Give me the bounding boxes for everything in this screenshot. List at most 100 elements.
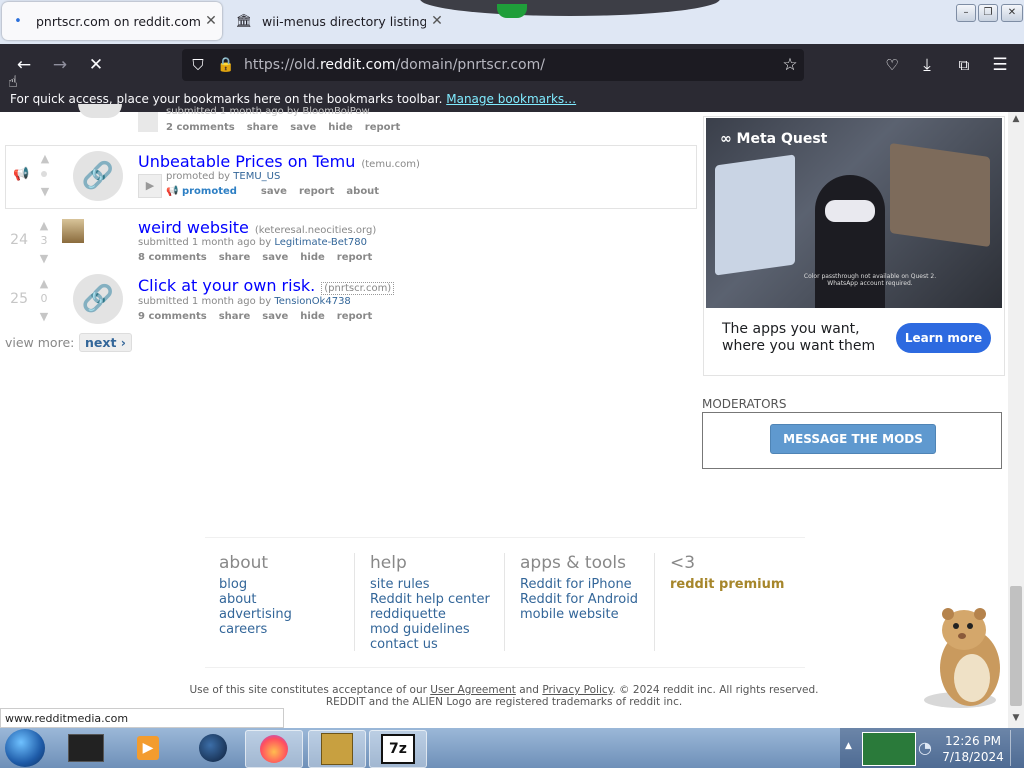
comments-link[interactable]: 9 comments (138, 311, 207, 322)
pocket-icon[interactable]: ♡ (879, 52, 905, 78)
post-tagline: submitted 1 month ago by BloomBoiPow (166, 106, 370, 117)
save-link[interactable]: save (290, 122, 316, 133)
url-text[interactable]: https://old.reddit.com/domain/pnrtscr.co… (244, 56, 545, 74)
clock[interactable]: 12:26 PM 7/18/2024 (940, 733, 1006, 765)
taskbar-app-terminal[interactable] (58, 730, 114, 766)
footer-link[interactable]: careers (219, 622, 292, 637)
next-page-button[interactable]: next › (79, 333, 132, 352)
close-tab-icon[interactable]: ✕ (426, 13, 448, 29)
comments-link[interactable]: 2 comments (166, 122, 235, 133)
footer-link[interactable]: mod guidelines (370, 622, 490, 637)
learn-more-button[interactable]: Learn more (896, 323, 991, 353)
author-link[interactable]: Legitimate-Bet780 (274, 237, 367, 248)
expando-play-icon[interactable]: ▶ (138, 174, 162, 198)
taskbar-app-globe[interactable] (185, 730, 241, 766)
comments-link[interactable]: 8 comments (138, 252, 207, 263)
message-mods-button[interactable]: MESSAGE THE MODS (770, 424, 936, 454)
save-link[interactable]: save (262, 311, 288, 322)
save-link[interactable]: save (262, 252, 288, 263)
privacy-policy-link[interactable]: Privacy Policy (542, 684, 612, 696)
self-post-icon[interactable] (138, 112, 158, 132)
tab-pnrtscr[interactable]: • pnrtscr.com on reddit.com ✕ (2, 2, 222, 40)
report-link[interactable]: report (337, 252, 372, 263)
footer-link[interactable]: Reddit for iPhone (520, 577, 638, 592)
library-icon: 🏛 (235, 13, 253, 29)
footer-col-help: help site rules Reddit help center reddi… (370, 553, 490, 652)
minimize-button[interactable]: – (956, 4, 976, 22)
manage-bookmarks-link[interactable]: Manage bookmarks… (446, 92, 576, 106)
show-desktop-button[interactable] (1010, 730, 1023, 766)
post-domain[interactable]: (keteresal.neocities.org) (255, 225, 376, 236)
stop-loading-icon[interactable]: ✕ (83, 52, 109, 78)
share-link[interactable]: share (247, 122, 279, 133)
taskbar-app-firefox[interactable] (245, 730, 303, 768)
upvote-arrow[interactable]: ▲ (37, 278, 51, 289)
downvote-arrow[interactable]: ▼ (38, 186, 52, 197)
post-domain[interactable]: (temu.com) (361, 159, 420, 170)
footer-link[interactable]: contact us (370, 637, 490, 652)
footer-heading: apps & tools (520, 553, 626, 573)
ad-fineprint: Color passthrough not available on Quest… (803, 273, 937, 287)
scroll-down-icon[interactable]: ▼ (1010, 713, 1022, 725)
hide-link[interactable]: hide (328, 122, 353, 133)
downvote-arrow[interactable]: ▼ (37, 311, 51, 322)
footer-link[interactable]: advertising (219, 607, 292, 622)
post-thumbnail-image[interactable] (62, 219, 84, 243)
reddit-premium-link[interactable]: reddit premium (670, 577, 784, 592)
tab-wii-menus[interactable]: 🏛 wii-menus directory listing ✕ (228, 2, 448, 40)
close-tab-icon[interactable]: ✕ (200, 13, 222, 29)
menu-icon[interactable]: ☰ (987, 52, 1013, 78)
lock-icon[interactable]: 🔒 (213, 52, 239, 78)
about-link[interactable]: about (346, 186, 379, 197)
status-url: www.redditmedia.com (0, 708, 284, 728)
share-link[interactable]: share (219, 311, 251, 322)
footer-link[interactable]: Reddit help center (370, 592, 490, 607)
save-link[interactable]: save (261, 186, 287, 197)
post-title[interactable]: Unbeatable Prices on Temu (138, 152, 355, 171)
footer-link[interactable]: mobile website (520, 607, 638, 622)
taskbar-app-media[interactable]: ▶ (120, 730, 176, 766)
start-button[interactable] (5, 729, 45, 767)
upvote-arrow[interactable]: ▲ (38, 153, 52, 164)
post-title[interactable]: Click at your own risk. (138, 276, 315, 295)
downloads-icon[interactable]: ⤓ (914, 52, 940, 78)
maximize-button[interactable]: ❐ (978, 4, 998, 22)
post-title-row: weird website (keteresal.neocities.org) (138, 218, 376, 237)
forward-icon[interactable]: → (47, 52, 73, 78)
footer-col-apps: apps & tools Reddit for iPhone Reddit fo… (520, 553, 638, 622)
post-buttons: 9 comments share save hide report (138, 311, 384, 322)
hide-link[interactable]: hide (300, 311, 325, 322)
downvote-arrow[interactable]: ▼ (37, 253, 51, 264)
footer-link[interactable]: about (219, 592, 292, 607)
footer-link[interactable]: site rules (370, 577, 490, 592)
author-link[interactable]: TEMU_US (233, 171, 280, 182)
bookmark-star-icon[interactable]: ☆ (777, 52, 803, 78)
taskbar-app-7zip[interactable]: 7z (369, 730, 427, 768)
hamster-mascot-image (924, 608, 1000, 708)
tracking-protection-icon[interactable]: ⛉ (185, 52, 211, 78)
post-domain[interactable]: (pnrtscr.com) (321, 282, 395, 295)
upvote-arrow[interactable]: ▲ (37, 220, 51, 231)
footer-link[interactable]: Reddit for Android (520, 592, 638, 607)
report-link[interactable]: report (337, 311, 372, 322)
report-link[interactable]: report (365, 122, 400, 133)
share-link[interactable]: share (219, 252, 251, 263)
footer-link[interactable]: reddiquette (370, 607, 490, 622)
footer-link[interactable]: blog (219, 577, 292, 592)
tray-app-icon[interactable] (862, 732, 916, 766)
post-title[interactable]: weird website (138, 218, 249, 237)
scrollbar-thumb[interactable] (1010, 586, 1022, 706)
network-icon[interactable]: ◔ (918, 738, 932, 757)
close-window-button[interactable]: ✕ (1001, 4, 1023, 22)
hide-link[interactable]: hide (300, 252, 325, 263)
author-link[interactable]: TensionOk4738 (274, 296, 350, 307)
user-agreement-link[interactable]: User Agreement (430, 684, 516, 696)
taskbar-app-box[interactable] (308, 730, 366, 768)
view-more-label: view more: (5, 335, 75, 350)
extensions-icon[interactable]: ⧉ (951, 52, 977, 78)
tray-expand-icon[interactable]: ▲ (845, 741, 852, 751)
scroll-up-icon[interactable]: ▲ (1010, 114, 1022, 126)
link-thumbnail-icon[interactable]: 🔗 (73, 274, 123, 324)
link-thumbnail-icon[interactable]: 🔗 (73, 151, 123, 201)
report-link[interactable]: report (299, 186, 334, 197)
